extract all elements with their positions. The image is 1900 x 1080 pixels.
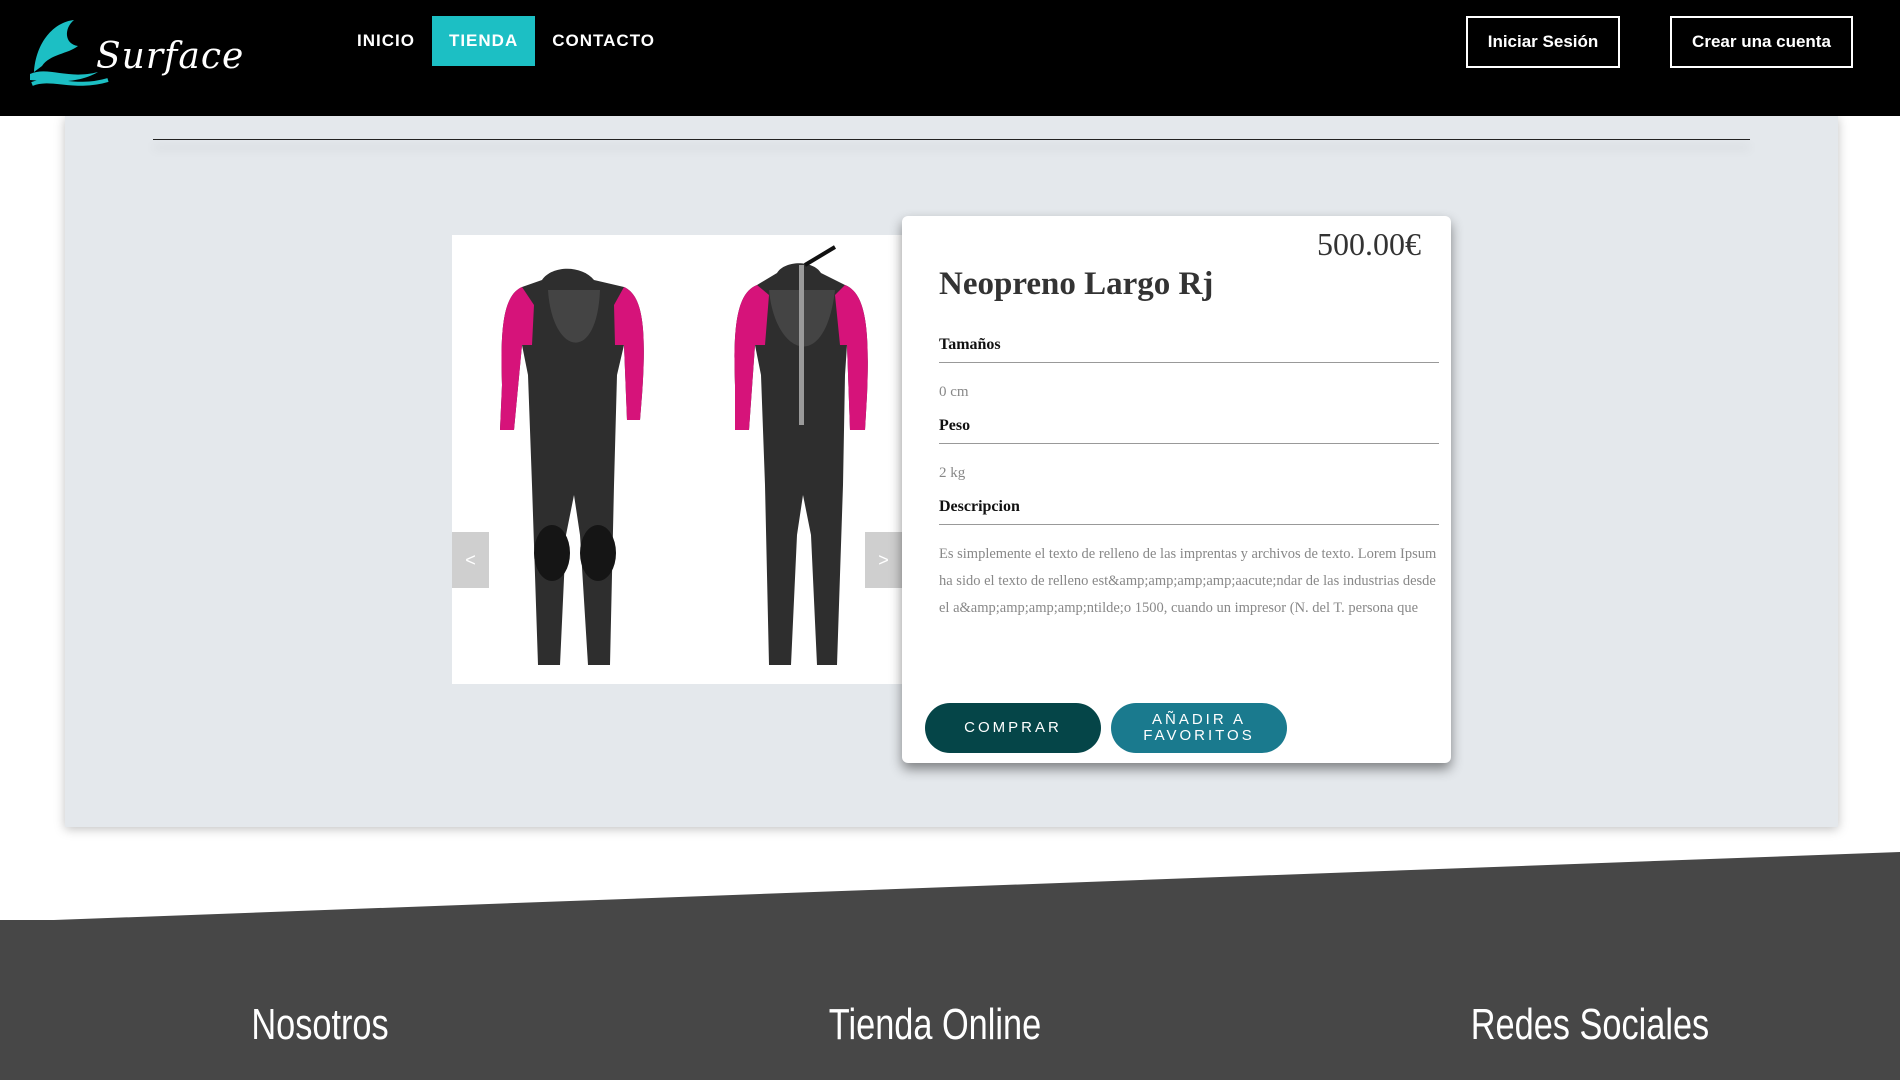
- nav-inicio[interactable]: INICIO: [340, 16, 432, 66]
- product-card: 500.00€ Neopreno Largo Rj Tamaños 0 cm P…: [902, 216, 1451, 763]
- carousel-prev-button[interactable]: <: [452, 532, 489, 588]
- login-button[interactable]: Iniciar Sesión: [1466, 16, 1620, 68]
- wetsuit-image: [500, 245, 868, 665]
- description-label: Descripcion: [939, 498, 1439, 525]
- add-to-favorites-button[interactable]: AÑADIR A FAVORITOS: [1111, 703, 1287, 753]
- footer-slant: [0, 852, 1900, 922]
- product-price: 500.00€: [1317, 226, 1421, 262]
- footer-store-heading[interactable]: Tienda Online: [810, 1000, 1060, 1050]
- main-nav: INICIO TIENDA CONTACTO: [340, 16, 672, 66]
- description-section: Descripcion Es simplemente el texto de r…: [939, 498, 1439, 622]
- sizes-value: 0 cm: [939, 384, 969, 400]
- logo[interactable]: Surface: [28, 14, 243, 86]
- weight-section: Peso 2 kg: [939, 417, 1439, 487]
- footer-social-heading[interactable]: Redes Sociales: [1465, 1000, 1715, 1050]
- carousel-next-button[interactable]: >: [865, 532, 902, 588]
- weight-value: 2 kg: [939, 465, 966, 481]
- product-name: Neopreno Largo Rj: [939, 266, 1214, 302]
- nav-contacto[interactable]: CONTACTO: [535, 16, 672, 66]
- nav-tienda[interactable]: TIENDA: [431, 16, 536, 66]
- product-panel: < > 500.00€ Neopreno Largo Rj Tamaños 0 …: [65, 116, 1838, 827]
- footer-about-heading[interactable]: Nosotros: [226, 1000, 413, 1050]
- site-header: Surface INICIO TIENDA CONTACTO Iniciar S…: [0, 0, 1900, 116]
- divider: [153, 139, 1750, 140]
- description-text: Es simplemente el texto de relleno de la…: [939, 546, 1437, 616]
- product-image-carousel[interactable]: < >: [452, 235, 902, 684]
- brand-name: Surface: [96, 36, 245, 77]
- sizes-section: Tamaños 0 cm: [939, 336, 1439, 406]
- weight-label: Peso: [939, 417, 1439, 444]
- sizes-label: Tamaños: [939, 336, 1439, 363]
- register-button[interactable]: Crear una cuenta: [1670, 16, 1853, 68]
- site-footer: Nosotros Tienda Online Redes Sociales: [0, 920, 1900, 1080]
- buy-button[interactable]: COMPRAR: [925, 703, 1101, 753]
